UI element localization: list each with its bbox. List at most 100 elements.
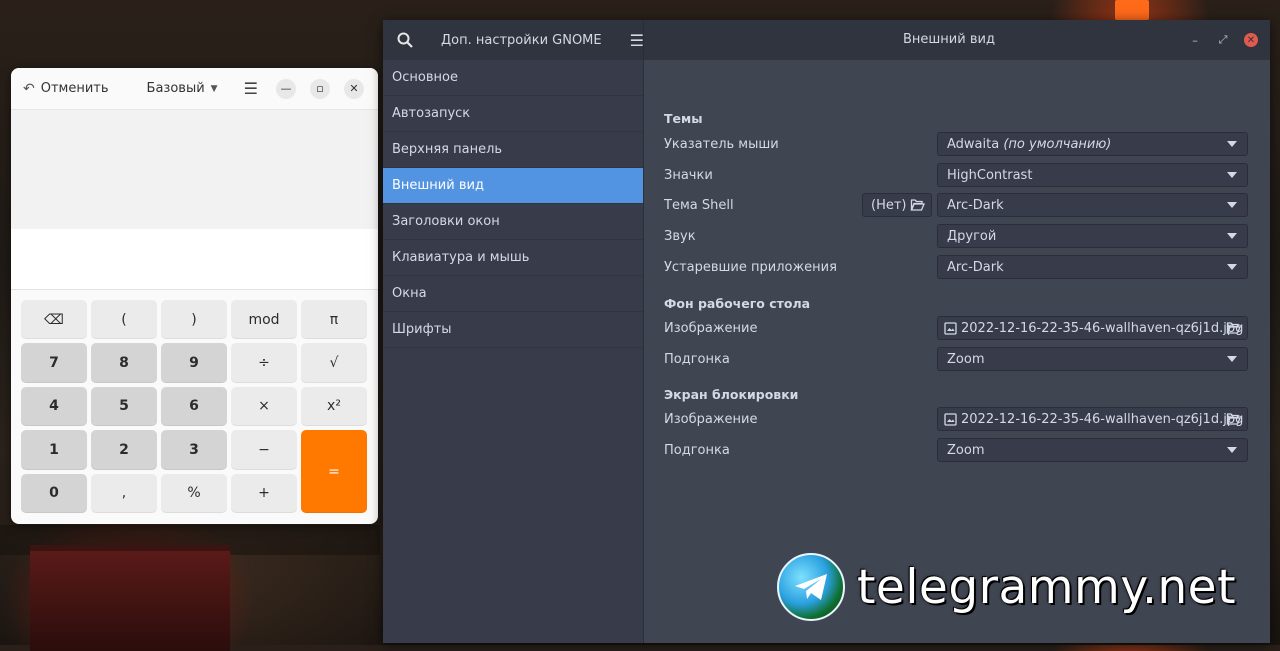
- sidebar-item[interactable]: Клавиатура и мышь: [383, 240, 643, 276]
- calc-key[interactable]: ÷: [231, 343, 297, 383]
- cursor-default-note: (по умолчанию): [1003, 136, 1112, 152]
- search-icon[interactable]: [383, 32, 427, 48]
- calc-key[interactable]: 0: [21, 473, 87, 513]
- page-title: Внешний вид: [903, 32, 995, 47]
- calc-key[interactable]: 6: [161, 386, 227, 427]
- themes-heading: Темы: [664, 111, 703, 126]
- dropdown-arrow-icon: [1227, 202, 1237, 208]
- calc-key[interactable]: ,: [91, 473, 157, 513]
- image-file-icon: [944, 412, 957, 426]
- dropdown-arrow-icon: [1227, 141, 1237, 147]
- maximize-button[interactable]: ▫: [310, 78, 330, 99]
- calc-key[interactable]: 5: [91, 386, 157, 427]
- sidebar-item[interactable]: Внешний вид: [383, 168, 643, 204]
- window-controls: – ⤢ ✕: [1188, 33, 1258, 47]
- minimize-button[interactable]: —: [276, 78, 296, 99]
- cursor-label: Указатель мыши: [664, 137, 779, 152]
- icons-theme-combo[interactable]: HighContrast: [937, 163, 1248, 187]
- calc-key[interactable]: 1: [21, 430, 87, 470]
- calc-key[interactable]: 2: [91, 430, 157, 470]
- app-title: Доп. настройки GNOME: [441, 32, 602, 48]
- background-fit-label: Подгонка: [664, 352, 730, 367]
- calculator-history: [11, 110, 378, 229]
- calc-key[interactable]: 9: [161, 343, 227, 383]
- calc-key[interactable]: (: [91, 300, 157, 340]
- sidebar-item[interactable]: Основное: [383, 60, 643, 96]
- chevron-down-icon: ▼: [210, 83, 218, 94]
- hamburger-menu-icon[interactable]: ☰: [244, 79, 258, 98]
- calc-key[interactable]: π: [301, 300, 367, 340]
- calc-key[interactable]: +: [231, 473, 297, 513]
- background-fit-value: Zoom: [947, 351, 985, 367]
- undo-icon: ↶: [23, 80, 35, 97]
- dropdown-arrow-icon: [1227, 233, 1237, 239]
- mode-label: Базовый: [146, 81, 205, 96]
- close-button[interactable]: ✕: [1244, 33, 1258, 47]
- sidebar-item[interactable]: Автозапуск: [383, 96, 643, 132]
- calc-key[interactable]: mod: [231, 300, 297, 340]
- mode-selector[interactable]: Базовый ▼: [147, 81, 218, 96]
- sidebar-item[interactable]: Окна: [383, 276, 643, 312]
- calc-key[interactable]: x²: [301, 386, 367, 427]
- shell-theme-none: (Нет): [871, 197, 907, 213]
- calc-key[interactable]: ×: [231, 386, 297, 427]
- shell-theme-file-button[interactable]: (Нет): [862, 193, 932, 217]
- lockscreen-fit-combo[interactable]: Zoom: [937, 438, 1248, 462]
- equals-button[interactable]: =: [301, 430, 367, 513]
- sidebar-item[interactable]: Заголовки окон: [383, 204, 643, 240]
- minimize-button[interactable]: –: [1188, 34, 1202, 47]
- headerbar-separator: [643, 20, 644, 60]
- watermark-text: telegrammy.net: [857, 559, 1237, 615]
- image-file-icon: [944, 321, 957, 335]
- lockscreen-image-button[interactable]: 2022-12-16-22-35-46-wallhaven-qz6j1d.jpg: [937, 407, 1248, 431]
- background-heading: Фон рабочего стола: [664, 296, 811, 311]
- undo-label: Отменить: [40, 81, 109, 96]
- calculator-display[interactable]: [11, 229, 378, 290]
- icons-label: Значки: [664, 168, 713, 183]
- calc-key[interactable]: ): [161, 300, 227, 340]
- lockscreen-fit-label: Подгонка: [664, 443, 730, 458]
- telegram-logo-icon: [777, 553, 845, 621]
- legacy-apps-value: Arc-Dark: [947, 259, 1004, 275]
- sidebar-item[interactable]: Шрифты: [383, 312, 643, 348]
- background-image-button[interactable]: 2022-12-16-22-35-46-wallhaven-qz6j1d.jpg: [937, 316, 1248, 340]
- desktop-wallpaper-glow: [1115, 0, 1149, 20]
- background-image-filename: 2022-12-16-22-35-46-wallhaven-qz6j1d.jpg: [961, 320, 1244, 336]
- dropdown-arrow-icon: [1227, 356, 1237, 362]
- shell-theme-combo[interactable]: Arc-Dark: [937, 193, 1248, 217]
- lockscreen-image-label: Изображение: [664, 412, 758, 427]
- cursor-theme-combo[interactable]: Adwaita (по умолчанию): [937, 132, 1248, 156]
- undo-button[interactable]: ↶ Отменить: [23, 81, 109, 97]
- cursor-theme-value: Adwaita: [947, 136, 1000, 152]
- sidebar-item[interactable]: Верхняя панель: [383, 132, 643, 168]
- folder-open-icon: [1226, 412, 1241, 430]
- maximize-button[interactable]: ⤢: [1216, 33, 1230, 47]
- calc-key[interactable]: √: [301, 343, 367, 383]
- legacy-apps-combo[interactable]: Arc-Dark: [937, 255, 1248, 279]
- calc-key[interactable]: 8: [91, 343, 157, 383]
- watermark: telegrammy.net: [777, 553, 1236, 621]
- background-image-label: Изображение: [664, 321, 758, 336]
- sound-theme-combo[interactable]: Другой: [937, 224, 1248, 248]
- sidebar: Основное Автозапуск Верхняя панель Внешний …: [383, 60, 644, 643]
- icons-theme-value: HighContrast: [947, 167, 1033, 183]
- legacy-apps-label: Устаревшие приложения: [664, 260, 837, 275]
- calc-key[interactable]: 3: [161, 430, 227, 470]
- hamburger-menu-icon[interactable]: ☰: [630, 31, 644, 50]
- calc-key[interactable]: −: [231, 430, 297, 470]
- calc-key[interactable]: %: [161, 473, 227, 513]
- sound-theme-value: Другой: [947, 228, 997, 244]
- shell-theme-label: Тема Shell: [664, 198, 734, 213]
- calculator-window: ↶ Отменить Базовый ▼ ☰ — ▫ ✕ ⌫() mod π 7 8 9 ÷…: [11, 68, 378, 524]
- close-button[interactable]: ✕: [344, 78, 364, 99]
- folder-open-icon: [910, 198, 925, 216]
- dropdown-arrow-icon: [1227, 447, 1237, 453]
- background-fit-combo[interactable]: Zoom: [937, 347, 1248, 371]
- calc-key[interactable]: 7: [21, 343, 87, 383]
- lockscreen-heading: Экран блокировки: [664, 387, 799, 402]
- calc-key[interactable]: ⌫: [21, 300, 87, 340]
- sound-label: Звук: [664, 229, 696, 244]
- desktop-wallpaper-shrine: [30, 545, 230, 651]
- dropdown-arrow-icon: [1227, 172, 1237, 178]
- calc-key[interactable]: 4: [21, 386, 87, 427]
